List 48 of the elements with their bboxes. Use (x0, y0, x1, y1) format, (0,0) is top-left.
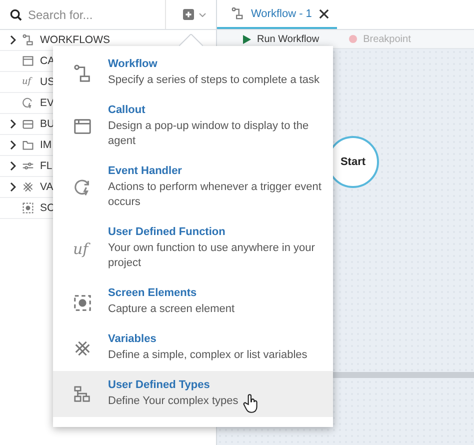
sliders-icon (22, 160, 34, 172)
close-icon[interactable] (318, 8, 329, 18)
hand-cursor-icon (243, 393, 259, 414)
menu-item-description: Design a pop-up window to display to the agent (108, 119, 310, 149)
search-field[interactable]: Search for... (28, 8, 148, 22)
chevron-icon[interactable] (10, 35, 16, 45)
chevron-icon[interactable] (10, 119, 16, 129)
menu-item[interactable]: User Defined Types Define Your complex types (53, 371, 333, 417)
search-icon (10, 8, 22, 20)
window-icon (73, 117, 92, 136)
menu-item-description: Define a simple, complex or list variables (108, 348, 308, 363)
tree-item-label[interactable]: EV (40, 97, 54, 109)
function-icon: uf (22, 77, 34, 87)
chevron-icon[interactable] (10, 161, 16, 171)
menu-item[interactable]: uf User Defined Function Your own function to use anywhere in your project (53, 218, 333, 279)
menu-item-title: Callout (108, 104, 146, 116)
flow-icon (22, 34, 34, 46)
window-icon (22, 55, 34, 67)
run-button[interactable]: Run Workflow (243, 34, 320, 44)
menu-item-description: Capture a screen element (108, 302, 235, 317)
flow-icon (73, 64, 92, 82)
plus-icon (183, 9, 194, 20)
menu-item-description: Specify a series of steps to complete a task (108, 73, 320, 88)
folder-icon (22, 139, 34, 151)
menu-item-description: Define Your complex types (108, 394, 238, 409)
menu-item-title: Event Handler (108, 165, 182, 177)
menu-item[interactable]: Variables Define a simple, complex or list variables (53, 325, 333, 371)
menu-item-description: Your own function to use anywhere in your project (108, 241, 316, 271)
tree-item-label[interactable]: WORKFLOWS (40, 34, 110, 46)
flow-icon (231, 7, 244, 20)
dot-icon (349, 35, 358, 43)
function-icon: uf (73, 240, 92, 258)
tree-item-label[interactable]: VA (40, 181, 54, 193)
play-icon (243, 34, 251, 44)
chevron-icon[interactable] (10, 140, 16, 150)
menu-item[interactable]: Screen Elements Capture a screen element (53, 279, 333, 325)
caret-icon (199, 12, 206, 16)
tree-item-label[interactable]: FL (40, 160, 52, 172)
menu-item[interactable]: Workflow Specify a series of steps to complete a task (53, 50, 333, 96)
menu-item-title: Variables (108, 333, 156, 345)
menu-item-title: User Defined Function (108, 226, 226, 238)
menu-item-title: User Defined Types (108, 379, 210, 391)
tree-item-label[interactable]: IM (40, 139, 52, 151)
chevron-icon[interactable] (10, 182, 16, 192)
box-icon (22, 118, 34, 130)
menu-item-title: Workflow (108, 58, 158, 70)
menu-item-description: Actions to perform whenever a trigger event occurs (108, 180, 322, 210)
menu-item-title: Screen Elements (108, 287, 197, 299)
